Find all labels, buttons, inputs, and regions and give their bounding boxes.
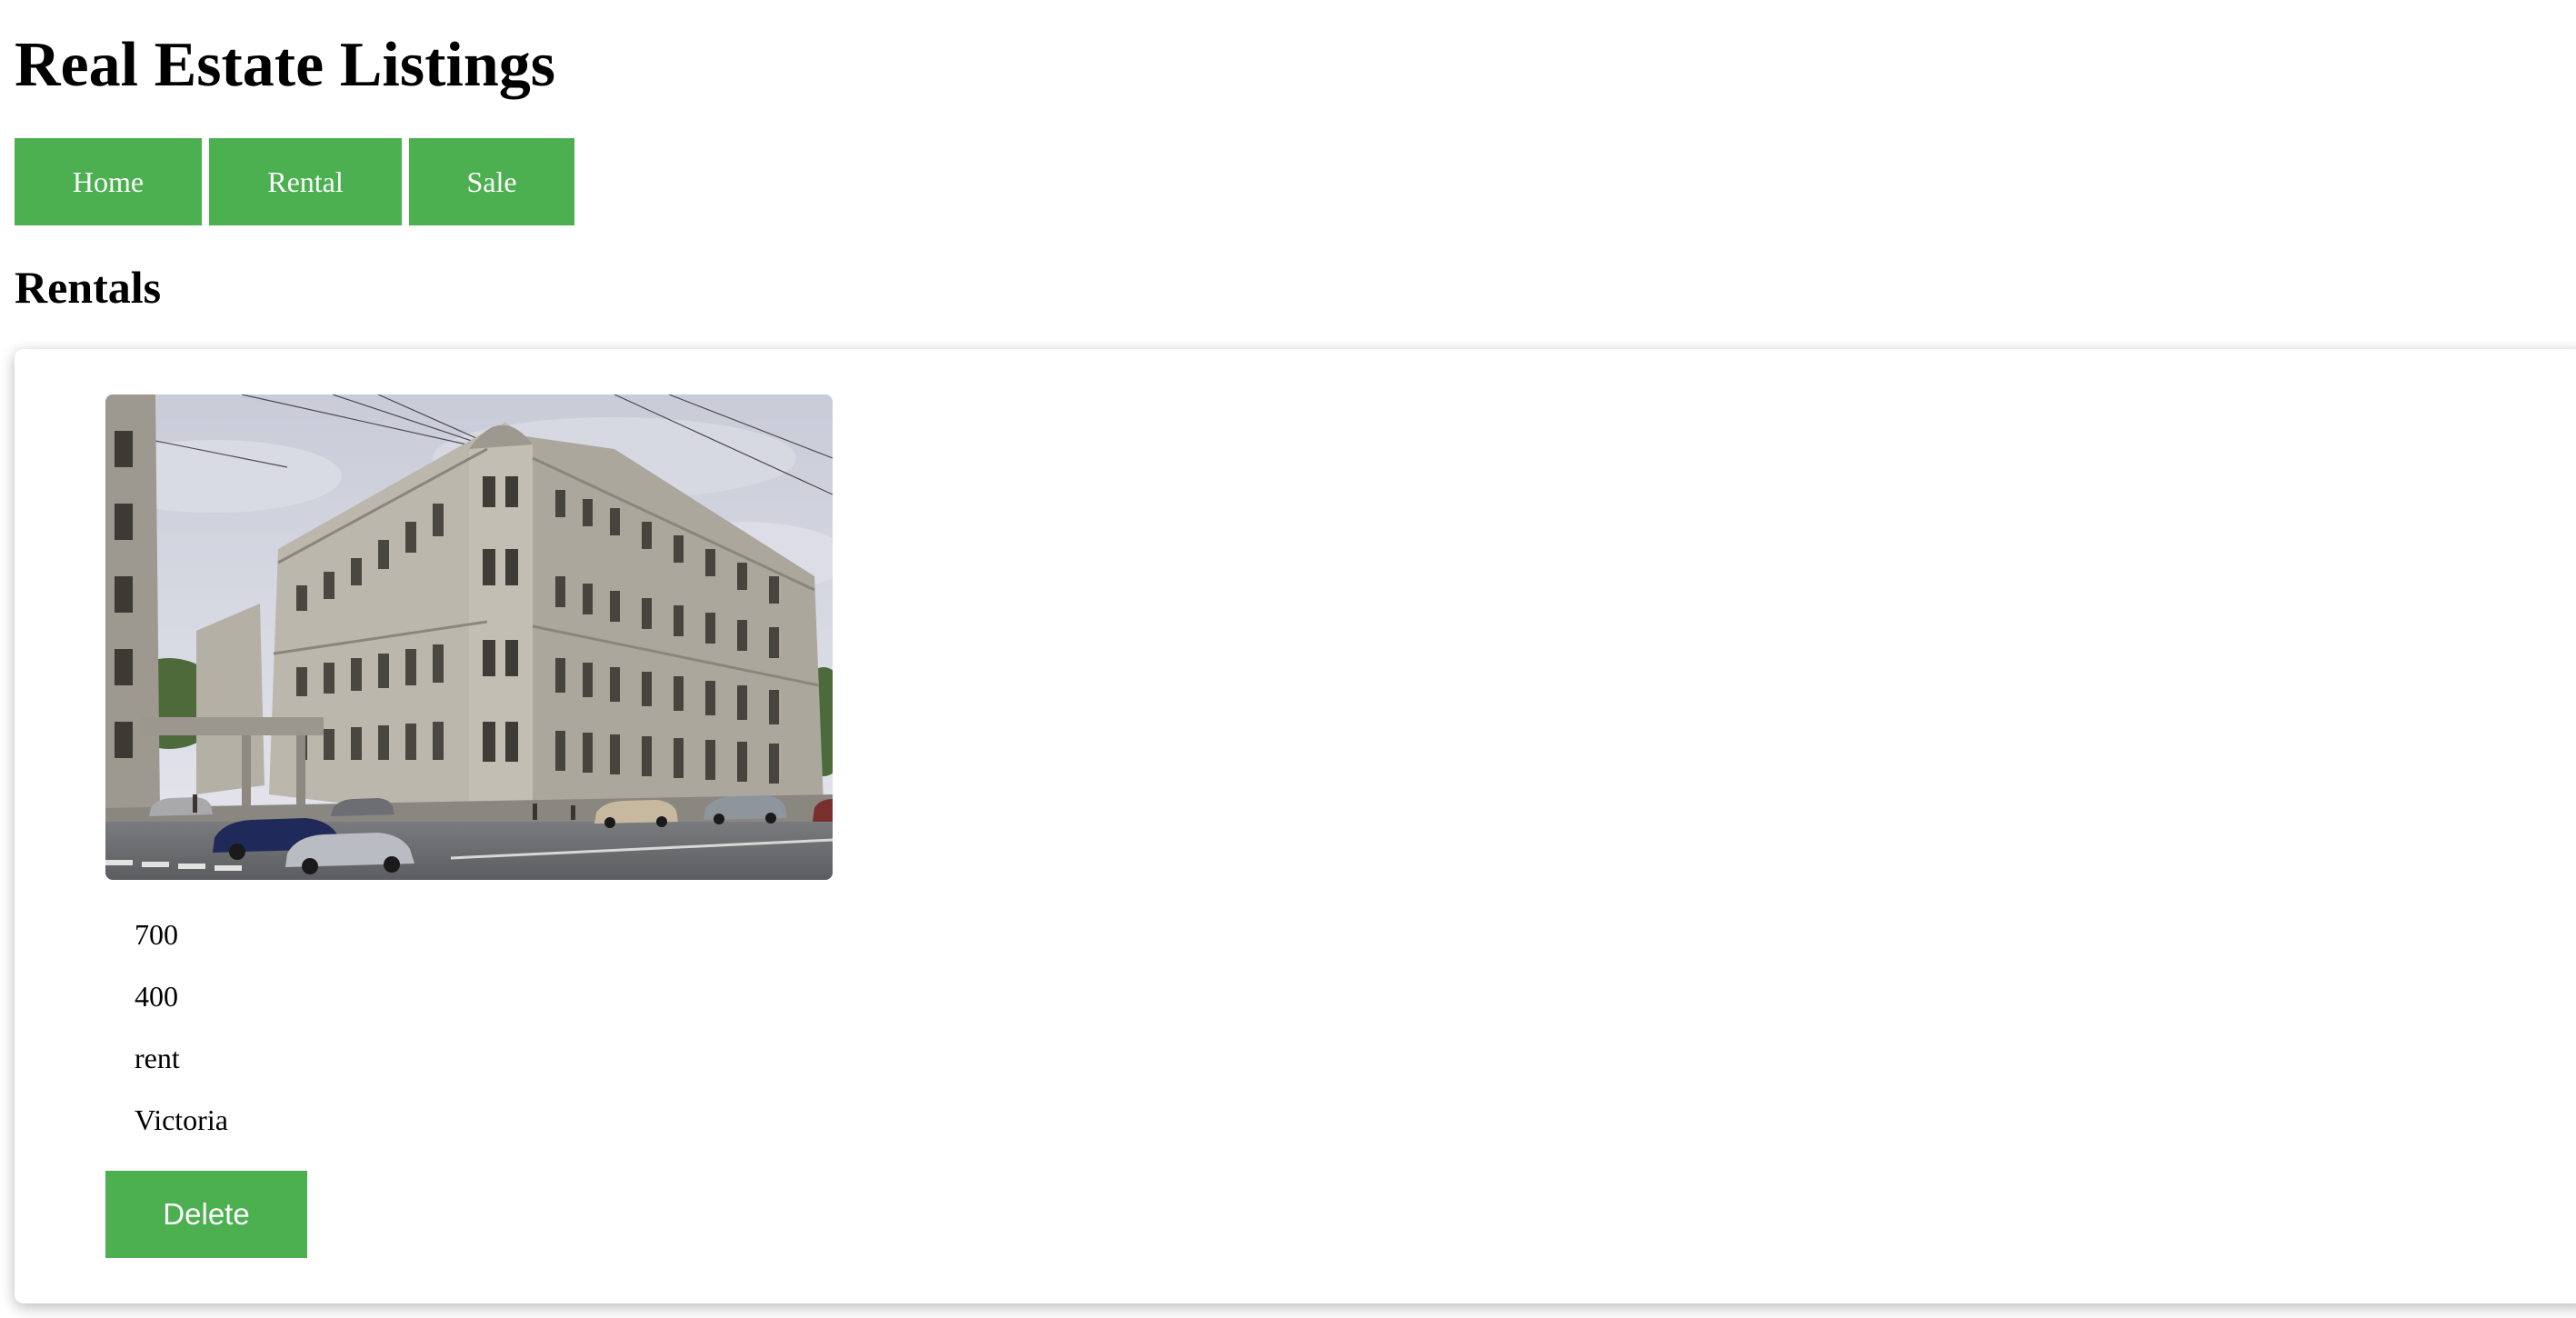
listing-field-1: 700 bbox=[135, 918, 178, 951]
listing-field-3: rent bbox=[135, 1042, 180, 1074]
listing-card: 700 400 rent Victoria Delete bbox=[15, 349, 2576, 1303]
page-title: Real Estate Listings bbox=[15, 30, 555, 100]
listing-field-2: 400 bbox=[135, 980, 178, 1013]
section-title: Rentals bbox=[15, 262, 162, 313]
nav-sale-button[interactable]: Sale bbox=[409, 138, 574, 225]
nav-home-button[interactable]: Home bbox=[15, 138, 202, 225]
listing-field-4: Victoria bbox=[135, 1103, 228, 1136]
nav-bar: Home Rental Sale bbox=[15, 138, 574, 225]
nav-rental-button[interactable]: Rental bbox=[209, 138, 402, 225]
delete-button[interactable]: Delete bbox=[105, 1171, 307, 1258]
page: Real Estate Listings Home Rental Sale Re… bbox=[0, 0, 2576, 1318]
listing-photo bbox=[105, 394, 833, 880]
